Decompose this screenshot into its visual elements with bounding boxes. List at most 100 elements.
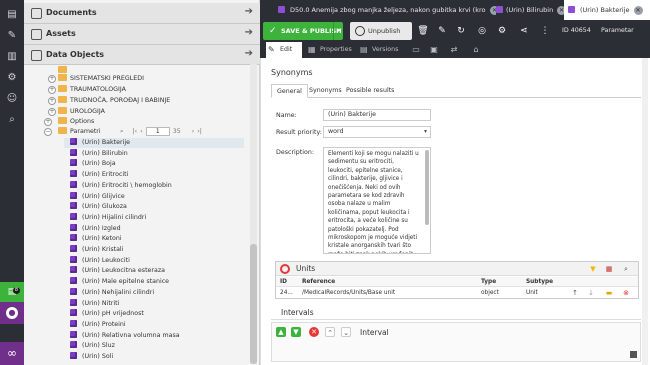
- more-icon[interactable]: ⋮: [536, 22, 554, 40]
- tree-object-item[interactable]: (Urin) Boja: [64, 159, 244, 169]
- tree-folder-options[interactable]: + Options: [44, 117, 94, 127]
- subtab-edit[interactable]: ✎ Edit: [266, 42, 302, 58]
- subtab-versions[interactable]: ▤ Versions: [358, 42, 400, 58]
- tree-object-item[interactable]: (Urin) Kristali: [64, 245, 244, 255]
- expand-icon[interactable]: +: [48, 86, 56, 94]
- arrow-right-icon[interactable]: ➔: [245, 27, 253, 38]
- tree-object-item[interactable]: (Urin) Bakterije: [64, 138, 244, 148]
- expand-icon[interactable]: +: [48, 97, 56, 105]
- move-up-icon[interactable]: ⌃: [325, 327, 335, 337]
- chart-icon[interactable]: ▥: [5, 50, 19, 64]
- tree-object-item[interactable]: (Urin) pH vrijednost: [64, 309, 244, 319]
- description-textarea[interactable]: Elementi koji se mogu nalaziti u sedimen…: [323, 147, 431, 254]
- tree-object-item[interactable]: (Urin) Nitriti: [64, 298, 244, 309]
- accordion-documents[interactable]: Documents ➔: [24, 3, 260, 24]
- column-id[interactable]: ID: [280, 277, 287, 287]
- tree-scrollbar-thumb[interactable]: [250, 244, 257, 364]
- last-page-icon[interactable]: ›|: [197, 128, 202, 135]
- tree-folder[interactable]: + SISTEMATSKI PREGLEDI: [48, 74, 144, 84]
- collapse-icon[interactable]: −: [44, 128, 52, 136]
- subtab-properties[interactable]: ▦ Properties: [306, 42, 354, 58]
- tab-bakterije[interactable]: (Urin) Bakterije ✕: [564, 0, 650, 20]
- tree-object-item[interactable]: (Urin) Eritrociti \ hemoglobin: [64, 180, 244, 191]
- tab-general[interactable]: General: [271, 84, 308, 98]
- search-icon[interactable]: ⌕: [5, 113, 19, 127]
- unpublish-button[interactable]: Unpublish: [350, 22, 412, 40]
- search-icon[interactable]: ⌕: [120, 128, 124, 136]
- accordion-data-objects[interactable]: Data Objects ➔: [24, 45, 260, 65]
- filter-icon[interactable]: ▼: [588, 264, 598, 274]
- file-icon[interactable]: ▤: [5, 8, 19, 22]
- collapse-icon[interactable]: [630, 351, 637, 358]
- tree-object-item[interactable]: (Urin) Hijalini cilindri: [64, 212, 244, 223]
- name-input[interactable]: (Urin) Bakterije: [323, 109, 431, 121]
- arrow-right-icon[interactable]: ➔: [245, 48, 253, 59]
- textarea-scrollbar[interactable]: [425, 150, 429, 225]
- open-icon[interactable]: ▬: [604, 288, 614, 298]
- priority-select[interactable]: word ▾: [323, 126, 431, 138]
- dependencies-icon[interactable]: ⇄: [446, 42, 462, 58]
- tree-object-item[interactable]: (Urin) Eritrociti: [64, 170, 244, 180]
- tree-object-item[interactable]: (Urin) Ketoni: [64, 234, 244, 244]
- schedule-icon[interactable]: ▭: [408, 42, 424, 58]
- column-reference[interactable]: Reference: [302, 277, 335, 287]
- user-icon[interactable]: ●: [6, 307, 18, 319]
- next-page-icon[interactable]: ›: [192, 128, 195, 135]
- tree-object-item[interactable]: (Urin) Leukociti: [64, 255, 244, 266]
- tree-object-item[interactable]: (Urin) Proteini: [64, 319, 244, 330]
- chevron-down-icon[interactable]: ▾: [333, 22, 343, 40]
- arrow-down-icon[interactable]: ↓: [586, 288, 596, 298]
- tree-object-item[interactable]: (Urin) Sluz: [64, 341, 244, 351]
- accordion-assets[interactable]: Assets ➔: [24, 24, 260, 45]
- save-publish-button[interactable]: ✓ SAVE & PUBLISH ▾: [263, 22, 343, 40]
- search-icon[interactable]: ⌕: [621, 264, 631, 274]
- notes-icon[interactable]: ▣: [426, 42, 442, 58]
- target-icon[interactable]: ◎: [473, 22, 491, 40]
- tree-object-item[interactable]: (Urin) Relativna volumna masa: [64, 330, 244, 341]
- delete-icon[interactable]: ✕: [309, 327, 319, 337]
- arrow-up-icon[interactable]: ↑: [570, 288, 580, 298]
- column-type[interactable]: Type: [481, 277, 496, 287]
- tree-object-item[interactable]: (Urin) Glukoza: [64, 202, 244, 212]
- add-up-icon[interactable]: ▲: [276, 327, 286, 337]
- clear-icon[interactable]: ▦: [604, 264, 614, 274]
- panel-scrollbar[interactable]: [642, 58, 648, 365]
- remove-icon[interactable]: ⊗: [621, 288, 631, 298]
- prev-page-icon[interactable]: ‹: [140, 128, 143, 135]
- page-input[interactable]: 1: [145, 127, 170, 136]
- tree-object-item[interactable]: (Urin) Soli: [64, 352, 244, 362]
- tab-possible-results[interactable]: Possible results: [341, 84, 399, 98]
- tree-object-item[interactable]: (Urin) Glijvice: [64, 191, 244, 202]
- trash-icon[interactable]: 🗑: [414, 22, 432, 40]
- tree-folder[interactable]: + TRUDNOĆA, POROĐAJ I BABINJE: [48, 96, 170, 106]
- tree-object-item[interactable]: (Urin) Bilirubin: [64, 148, 244, 159]
- tab-close[interactable]: ✕: [486, 0, 496, 20]
- chevron-down-icon[interactable]: ▾: [424, 127, 427, 137]
- tab-anemija[interactable]: D50.0 Anemija zbog manjka željeza, nakon…: [278, 0, 486, 20]
- tree-object-item[interactable]: (Urin) Leukocitna esteraza: [64, 266, 244, 276]
- tree-object-item[interactable]: (Urin) Izgled: [64, 223, 244, 234]
- reload-icon[interactable]: ↻: [452, 22, 470, 40]
- column-subtype[interactable]: Subtype: [526, 277, 553, 287]
- tag-icon[interactable]: ⌂: [468, 42, 484, 58]
- tree-object-item[interactable]: (Urin) Male epitelne stanice: [64, 277, 244, 287]
- wrench-icon[interactable]: ✎: [5, 29, 19, 43]
- tree-folder-parametri[interactable]: − Parametri: [44, 127, 101, 137]
- close-icon[interactable]: ✕: [633, 6, 643, 15]
- users-icon[interactable]: ☺: [5, 92, 19, 106]
- tree-object-item[interactable]: (Urin) Nehijalini cilindri: [64, 287, 244, 298]
- gear-icon[interactable]: ⚙: [5, 71, 19, 85]
- tree-folder[interactable]: + TRAUMATOLOGIJA: [48, 85, 126, 95]
- tree-folder[interactable]: + UROLOGIJA: [48, 107, 105, 117]
- expand-icon[interactable]: +: [44, 118, 52, 126]
- arrow-right-icon[interactable]: ➔: [245, 6, 253, 17]
- pencil-icon[interactable]: ✎: [433, 22, 451, 40]
- move-down-icon[interactable]: ⌄: [341, 327, 351, 337]
- expand-icon[interactable]: +: [48, 108, 56, 116]
- settings-icon[interactable]: ⚙: [493, 22, 511, 40]
- add-down-icon[interactable]: ▼: [291, 327, 301, 337]
- share-icon[interactable]: ⋖: [515, 22, 533, 40]
- expand-icon[interactable]: +: [48, 75, 56, 83]
- first-page-icon[interactable]: |‹: [133, 128, 138, 135]
- notifications-button[interactable]: ▤: [0, 282, 24, 302]
